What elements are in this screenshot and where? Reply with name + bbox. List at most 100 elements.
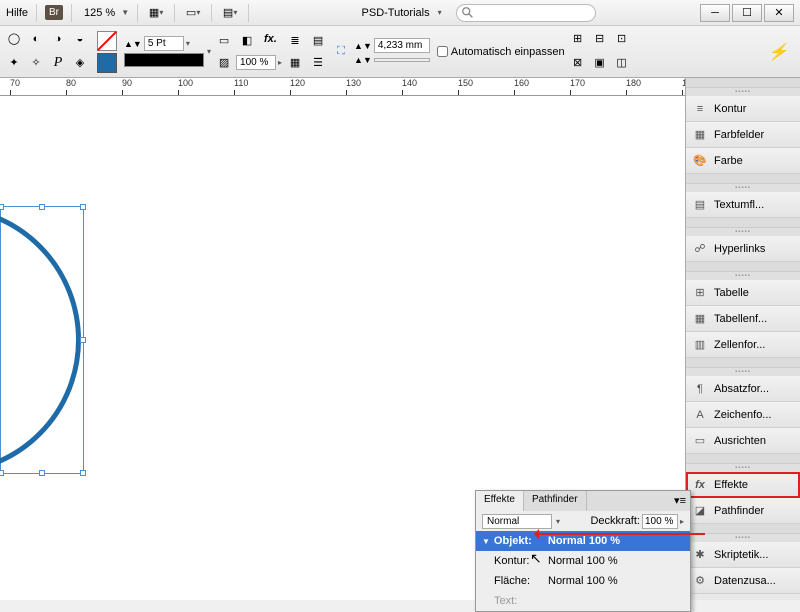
- stroke-stepper-icon[interactable]: ▲▼: [124, 39, 142, 49]
- textwrap-icon[interactable]: ▤: [308, 31, 328, 51]
- quick-apply-icon[interactable]: ⚡: [760, 38, 796, 66]
- panel-item-label: Ausrichten: [714, 435, 766, 447]
- panel-item-label: Tabellenf...: [714, 313, 767, 325]
- tab-pathfinder[interactable]: Pathfinder: [524, 491, 587, 511]
- table-icon: ⊞: [692, 285, 708, 301]
- textwrap-icon[interactable]: ▦: [285, 53, 305, 73]
- minimize-button[interactable]: ─: [700, 4, 730, 22]
- panel-item-label: Farbe: [714, 155, 743, 167]
- panel-item-label: Farbfelder: [714, 129, 764, 141]
- tab-effects[interactable]: Effekte: [476, 491, 524, 511]
- autofit-checkbox[interactable]: Automatisch einpassen: [437, 46, 565, 58]
- panel-item-color[interactable]: 🎨 Farbe: [686, 148, 800, 174]
- shape-icon[interactable]: ◈: [70, 53, 90, 73]
- effects-row-stroke[interactable]: Kontur: Normal 100 %: [476, 551, 690, 571]
- help-menu[interactable]: Hilfe: [6, 7, 28, 19]
- align-icon: ▭: [692, 433, 708, 449]
- panel-item-table[interactable]: ⊞ Tabelle: [686, 280, 800, 306]
- fit-icon[interactable]: ◫: [612, 53, 632, 73]
- search-input[interactable]: [456, 4, 596, 22]
- blend-mode-dropdown[interactable]: [482, 514, 552, 529]
- shape-icon[interactable]: ✦: [4, 53, 24, 73]
- charstyle-icon: A: [692, 407, 708, 423]
- selection-bounds: [0, 206, 84, 474]
- tablestyle-icon: ▦: [692, 311, 708, 327]
- panel-item-swatches[interactable]: ▦ Farbfelder: [686, 122, 800, 148]
- textwrap-icon: ▤: [692, 197, 708, 213]
- panel-item-parastyle[interactable]: ¶ Absatzfor...: [686, 376, 800, 402]
- stroke-swatch[interactable]: [97, 53, 117, 73]
- panel-item-label: Skriptetik...: [714, 549, 768, 561]
- shape-icon[interactable]: ◯: [4, 29, 24, 49]
- effects-panel[interactable]: Effekte Pathfinder ▾≡ ▾ Deckkraft: ▸ ▼ O…: [475, 490, 691, 612]
- view-options-icon[interactable]: ▦▾: [146, 3, 166, 23]
- top-menu-bar: Hilfe Br 125 %▼ ▦▾ ▭▾ ▤▾ PSD-Tutorials▾ …: [0, 0, 800, 26]
- zoom-dropdown[interactable]: 125 %▼: [80, 5, 129, 21]
- panel-item-script[interactable]: ✱Skriptetik...: [686, 542, 800, 568]
- textwrap-icon[interactable]: ≣: [285, 31, 305, 51]
- shape-icon[interactable]: ◐: [26, 29, 46, 49]
- stroke-style-dropdown[interactable]: [124, 53, 204, 67]
- opacity-value-input[interactable]: [642, 514, 678, 529]
- fx-button[interactable]: fx.: [260, 31, 281, 51]
- maximize-button[interactable]: ☐: [732, 4, 762, 22]
- panel-item-data[interactable]: ⚙Datenzusa...: [686, 568, 800, 594]
- panel-item-align[interactable]: ▭ Ausrichten: [686, 428, 800, 454]
- shape-icon[interactable]: ◒: [70, 29, 90, 49]
- fit-icon[interactable]: ▣: [590, 53, 610, 73]
- panel-item-label: Hyperlinks: [714, 243, 765, 255]
- textwrap-icon[interactable]: ☰: [308, 53, 328, 73]
- panel-item-charstyle[interactable]: AZeichenfo...: [686, 402, 800, 428]
- opacity-label: Deckkraft:: [590, 515, 640, 527]
- balance-icon[interactable]: ▭: [214, 31, 234, 51]
- panel-item-label: Kontur: [714, 103, 746, 115]
- search-icon: [461, 6, 475, 20]
- screen-mode-icon[interactable]: ▭▾: [183, 3, 203, 23]
- ellipse-shape[interactable]: [0, 205, 81, 475]
- color-icon: 🎨: [692, 153, 708, 169]
- cellstyle-icon: ▥: [692, 337, 708, 353]
- panel-item-label: Datenzusa...: [714, 575, 776, 587]
- bridge-button[interactable]: Br: [45, 5, 63, 20]
- control-toolbar: ◯ ◐ ◑ ◒ ✦ ✧ P ◈ ▲▼ ▾ ▾ ▭ ◧ fx. ▨ ▸: [0, 26, 800, 78]
- fit-icon[interactable]: ⊟: [590, 29, 610, 49]
- dimension-input[interactable]: [374, 38, 430, 53]
- hyperlink-icon: ☍: [692, 241, 708, 257]
- panel-item-pathfinder[interactable]: ◪Pathfinder: [686, 498, 800, 524]
- panel-item-textwrap[interactable]: ▤ Textumfl...: [686, 192, 800, 218]
- annotation-arrow: [535, 533, 705, 535]
- opacity-input[interactable]: [236, 55, 276, 70]
- fit-icon[interactable]: ⊞: [568, 29, 588, 49]
- fit-icon[interactable]: ⊠: [568, 53, 588, 73]
- workspace-label[interactable]: PSD-Tutorials: [362, 7, 430, 19]
- close-button[interactable]: ✕: [764, 4, 794, 22]
- effects-row-fill[interactable]: Fläche: Normal 100 %: [476, 571, 690, 591]
- panel-menu-icon[interactable]: ▾≡: [670, 491, 690, 511]
- panel-item-label: Effekte: [714, 479, 748, 491]
- fit-icon[interactable]: ⊡: [612, 29, 632, 49]
- horizontal-ruler: 708090100110120130140150160170180190200: [0, 78, 800, 96]
- panel-item-fx[interactable]: fx Effekte: [686, 472, 800, 498]
- arrange-icon[interactable]: ▤▾: [220, 3, 240, 23]
- fill-swatch[interactable]: [97, 31, 117, 51]
- fx-icon: fx: [692, 477, 708, 493]
- parastyle-icon: ¶: [692, 381, 708, 397]
- panel-item-label: Tabelle: [714, 287, 749, 299]
- panel-item-tablestyle[interactable]: ▦ Tabellenf...: [686, 306, 800, 332]
- stroke-weight-input[interactable]: [144, 36, 184, 51]
- shape-icon[interactable]: ◑: [48, 29, 68, 49]
- panel-item-cellstyle[interactable]: ▥ Zellenfor...: [686, 332, 800, 358]
- panel-item-label: Zellenfor...: [714, 339, 765, 351]
- panel-item-hyperlink[interactable]: ☍ Hyperlinks: [686, 236, 800, 262]
- corner-icon[interactable]: ◧: [237, 31, 257, 51]
- panel-item-label: Absatzfor...: [714, 383, 769, 395]
- right-panel-dock: ▪▪▪▪▪≡Kontur▦Farbfelder🎨Farbe▪▪▪▪▪▤Textu…: [685, 78, 800, 600]
- shape-icon[interactable]: ✧: [26, 53, 46, 73]
- swatches-icon: ▦: [692, 127, 708, 143]
- panel-item-stroke[interactable]: ≡Kontur: [686, 96, 800, 122]
- text-on-path-icon[interactable]: P: [48, 53, 68, 73]
- effects-row-text[interactable]: Text:: [476, 591, 690, 611]
- panel-item-label: Textumfl...: [714, 199, 764, 211]
- opacity-icon: ▨: [214, 53, 234, 73]
- frame-fit-icon[interactable]: ⛶: [331, 42, 351, 62]
